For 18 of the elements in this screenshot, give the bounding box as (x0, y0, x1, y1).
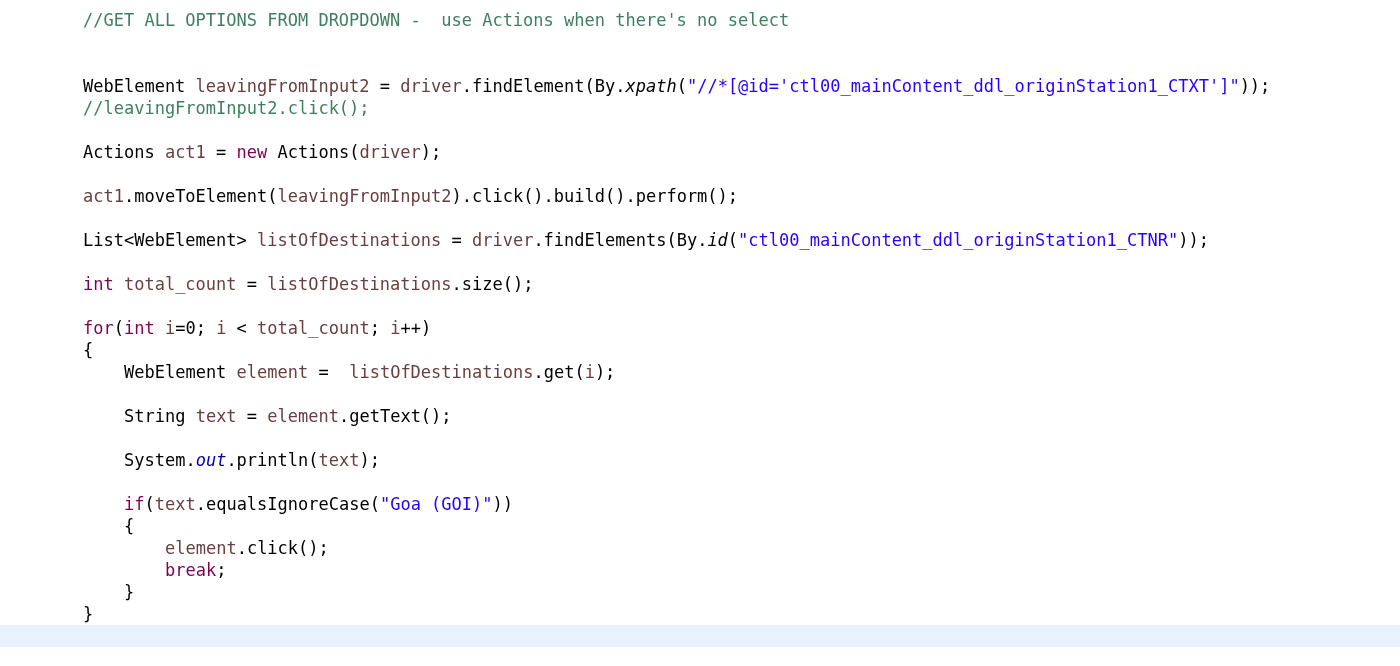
code-line: break; (165, 560, 227, 580)
code-line: } (83, 604, 94, 624)
code-line: Actions act1 = new Actions(driver); (83, 142, 442, 162)
code-line: List<WebElement> listOfDestinations = driver.findElements(By.id("ctl00_mainContent_ddl_originStation1_CTNR")); (83, 230, 1209, 250)
code-line: String text = element.getText(); (124, 406, 452, 426)
code-line: } (124, 582, 135, 602)
code-line: { (83, 340, 94, 360)
code-line: WebElement leavingFromInput2 = driver.findElement(By.xpath("//*[@id='ctl00_mainContent_ddl_originStation1_CTXT']")); (83, 76, 1271, 96)
code-line: if(text.equalsIgnoreCase("Goa (GOI)")) (124, 494, 513, 514)
code-line: WebElement element = listOfDestinations.get(i); (124, 362, 616, 382)
code-line: int total_count = listOfDestinations.size(); (83, 274, 534, 294)
code-line: act1.moveToElement(leavingFromInput2).click().build().perform(); (83, 186, 739, 206)
code-line: //leavingFromInput2.click(); (83, 98, 370, 118)
code-line: //GET ALL OPTIONS FROM DROPDOWN - use Actions when there's no select (83, 10, 790, 30)
code-line: System.out.println(text); (124, 450, 380, 470)
code-line: { (124, 516, 135, 536)
code-line: for(int i=0; i < total_count; i++) (83, 318, 432, 338)
code-line: element.click(); (165, 538, 329, 558)
